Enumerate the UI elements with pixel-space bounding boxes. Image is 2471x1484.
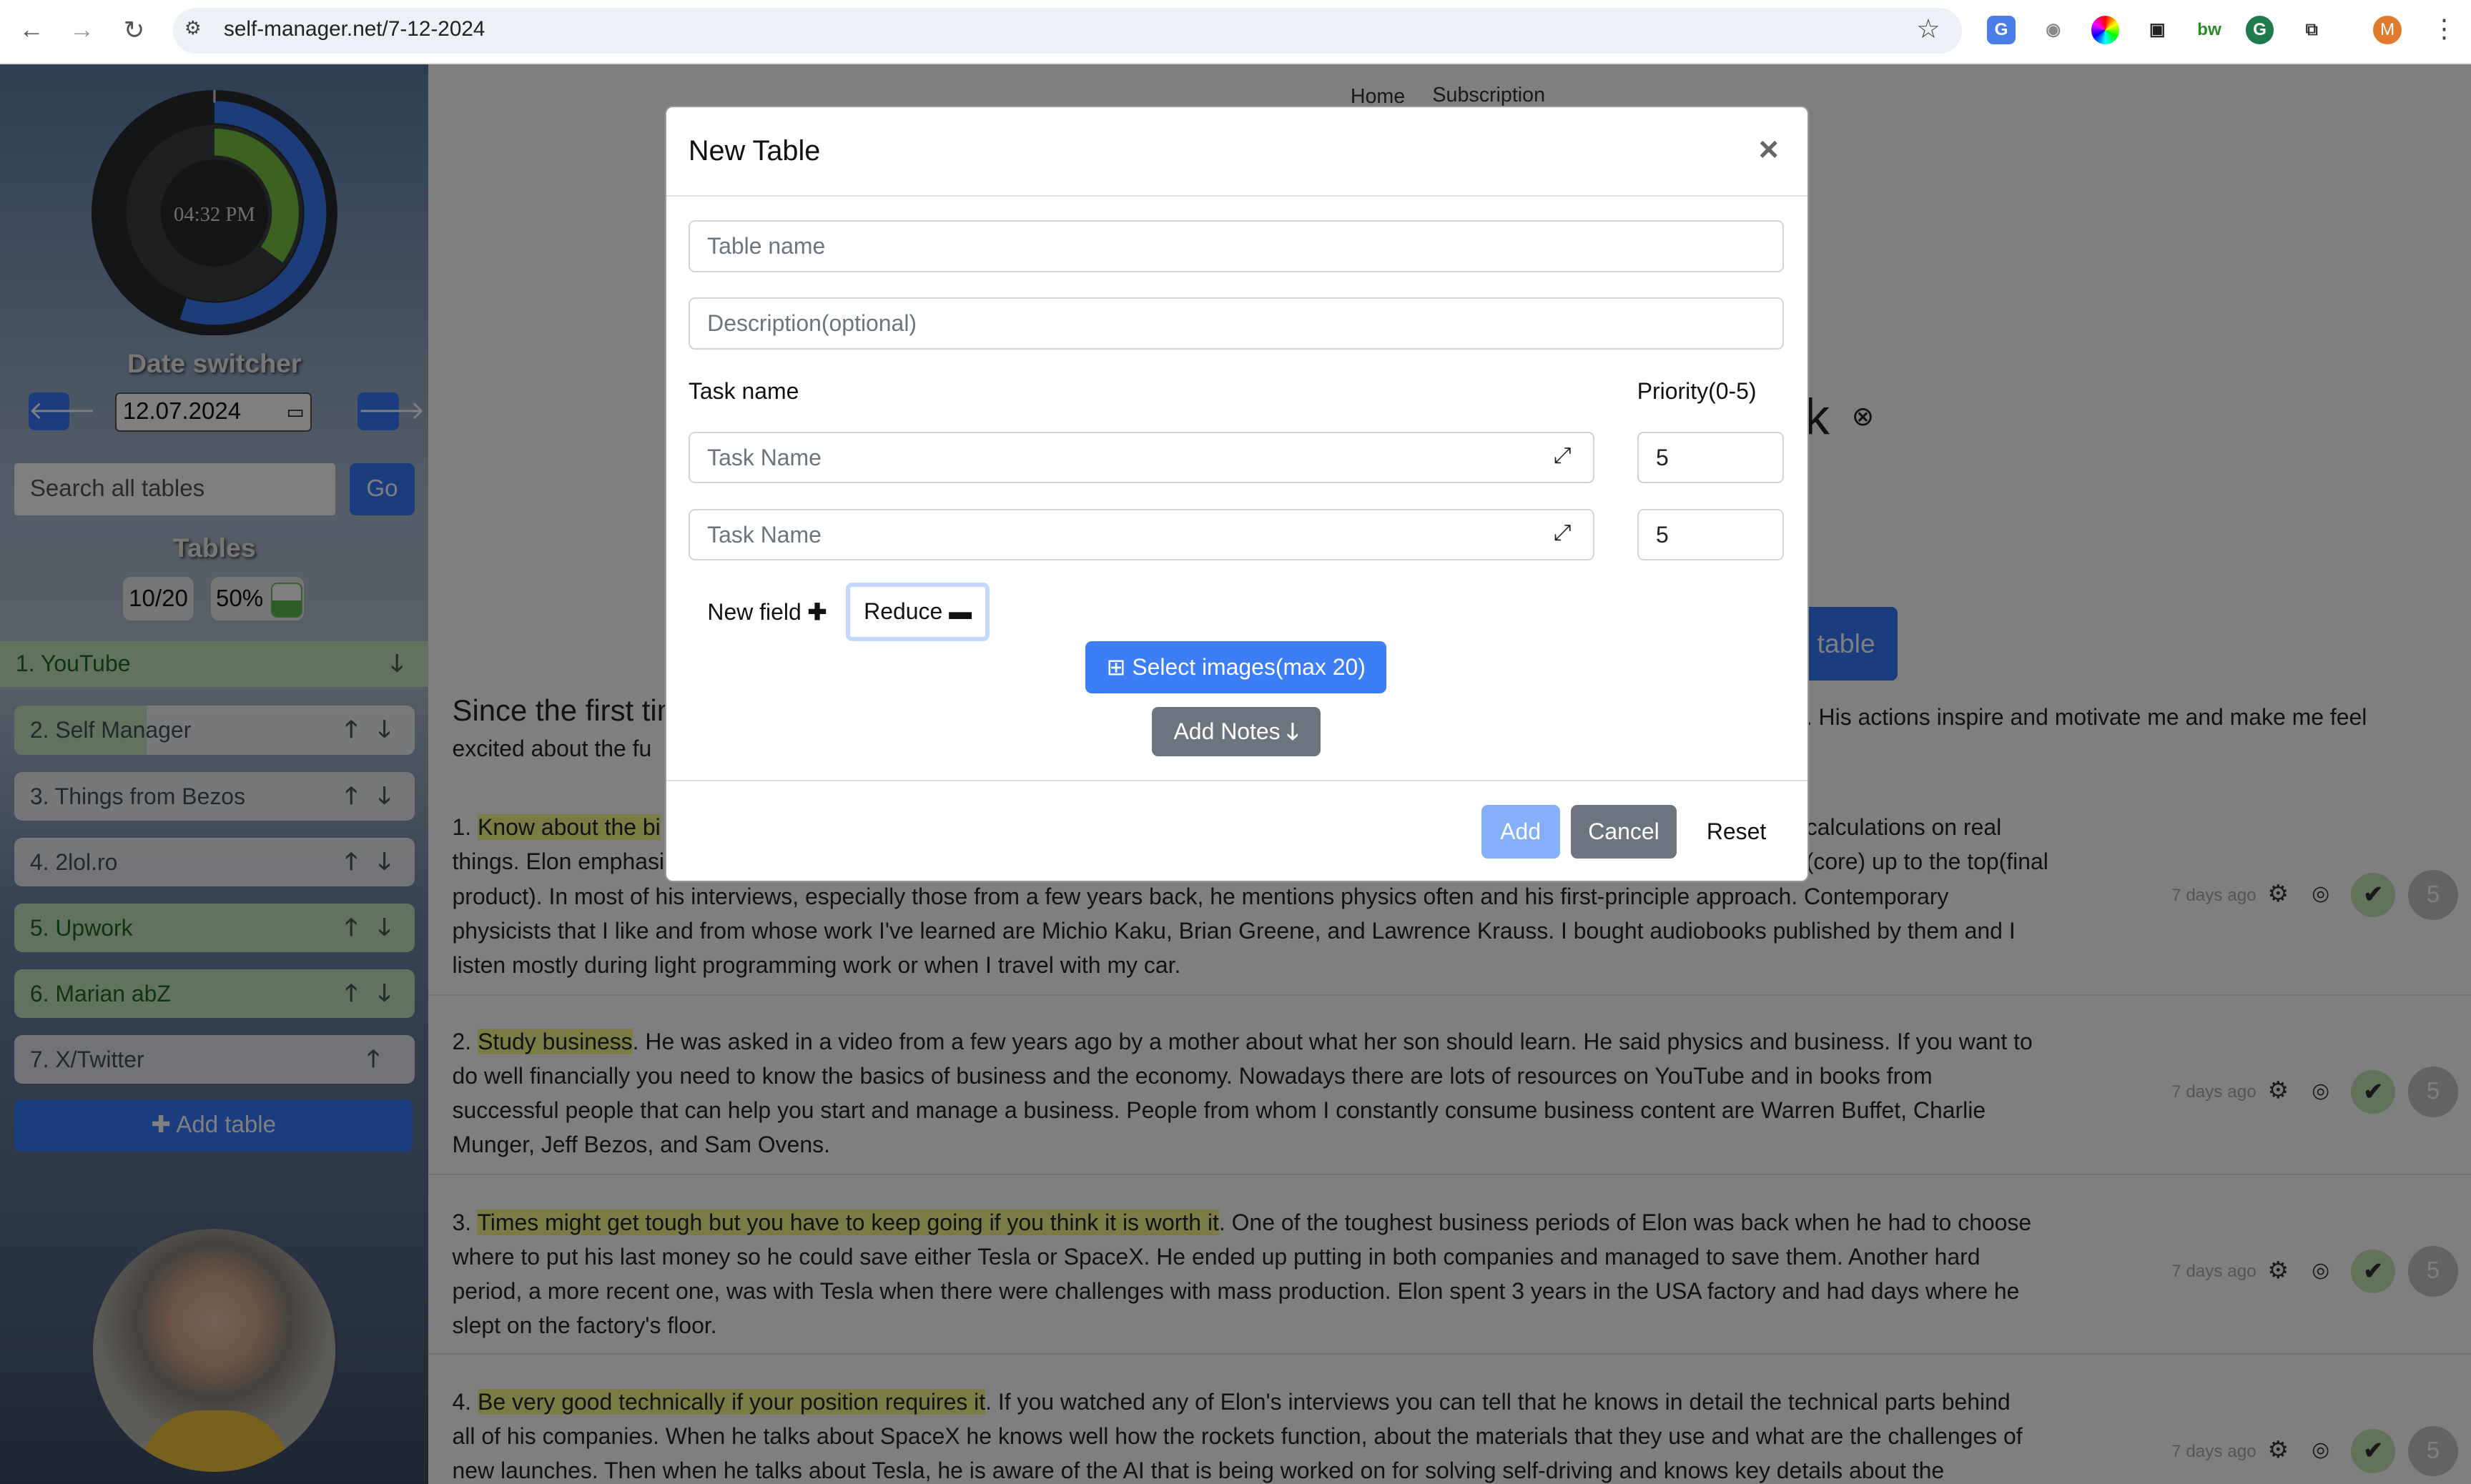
- minus-icon: ▬: [949, 598, 972, 625]
- site-settings-icon[interactable]: ⚙: [184, 17, 202, 39]
- priority-input[interactable]: 5: [1637, 508, 1784, 561]
- cancel-button[interactable]: Cancel: [1571, 805, 1677, 859]
- color-wheel-icon[interactable]: [2091, 16, 2120, 44]
- add-notes-button[interactable]: Add Notes 🡓: [1151, 707, 1321, 756]
- task-name-input[interactable]: Task Name: [688, 431, 1595, 484]
- reduce-label: Reduce: [864, 598, 943, 625]
- extension-icon[interactable]: ▣: [2143, 16, 2171, 44]
- priority-input[interactable]: 5: [1637, 431, 1784, 484]
- close-icon[interactable]: ×: [1758, 129, 1778, 169]
- new-field-label: New field: [707, 599, 802, 625]
- bw-icon[interactable]: bw: [2195, 16, 2224, 44]
- divider: [666, 195, 1807, 197]
- modal-title: New Table: [688, 135, 821, 167]
- back-icon[interactable]: ←: [16, 16, 47, 44]
- bookmark-star-icon[interactable]: ☆: [1916, 13, 1940, 44]
- forward-icon[interactable]: →: [66, 16, 98, 44]
- task-name-input[interactable]: Task Name: [688, 508, 1595, 561]
- url-text[interactable]: self-manager.net/7-12-2024: [224, 17, 485, 41]
- plus-square-icon: ⊞: [1106, 653, 1133, 680]
- add-notes-label: Add Notes: [1173, 718, 1281, 745]
- browser-toolbar: ← → ↻ ⚙ self-manager.net/7-12-2024 ☆ G ◉…: [0, 0, 2471, 65]
- priority-label: Priority(0-5): [1637, 377, 1757, 404]
- new-field-button[interactable]: New field ✚: [707, 598, 827, 625]
- grammarly-icon[interactable]: G: [2245, 16, 2274, 44]
- expand-icon[interactable]: ⤢: [1554, 520, 1572, 546]
- add-button[interactable]: Add: [1481, 805, 1560, 859]
- arrow-down-icon: 🡓: [1286, 718, 1299, 745]
- reduce-button[interactable]: Reduce ▬: [846, 583, 990, 641]
- table-name-input[interactable]: Table name: [688, 220, 1784, 273]
- puzzle-icon[interactable]: ⧉: [2297, 16, 2326, 44]
- new-table-modal: New Table × Table name Description(optio…: [665, 105, 1809, 882]
- menu-icon[interactable]: ⋮: [2432, 14, 2457, 44]
- select-images-label: Select images(max 20): [1132, 653, 1366, 680]
- select-images-button[interactable]: ⊞ Select images(max 20): [1085, 640, 1387, 693]
- camera-icon[interactable]: ◉: [2039, 16, 2068, 44]
- expand-icon[interactable]: ⤢: [1554, 442, 1572, 469]
- reset-button[interactable]: Reset: [1694, 805, 1779, 859]
- reload-icon[interactable]: ↻: [118, 16, 149, 45]
- translate-icon[interactable]: G: [1987, 16, 2016, 44]
- profile-avatar[interactable]: M: [2373, 16, 2402, 44]
- task-name-label: Task name: [688, 377, 799, 404]
- divider: [666, 779, 1807, 781]
- plus-icon: ✚: [807, 599, 827, 625]
- description-input[interactable]: Description(optional): [688, 297, 1784, 350]
